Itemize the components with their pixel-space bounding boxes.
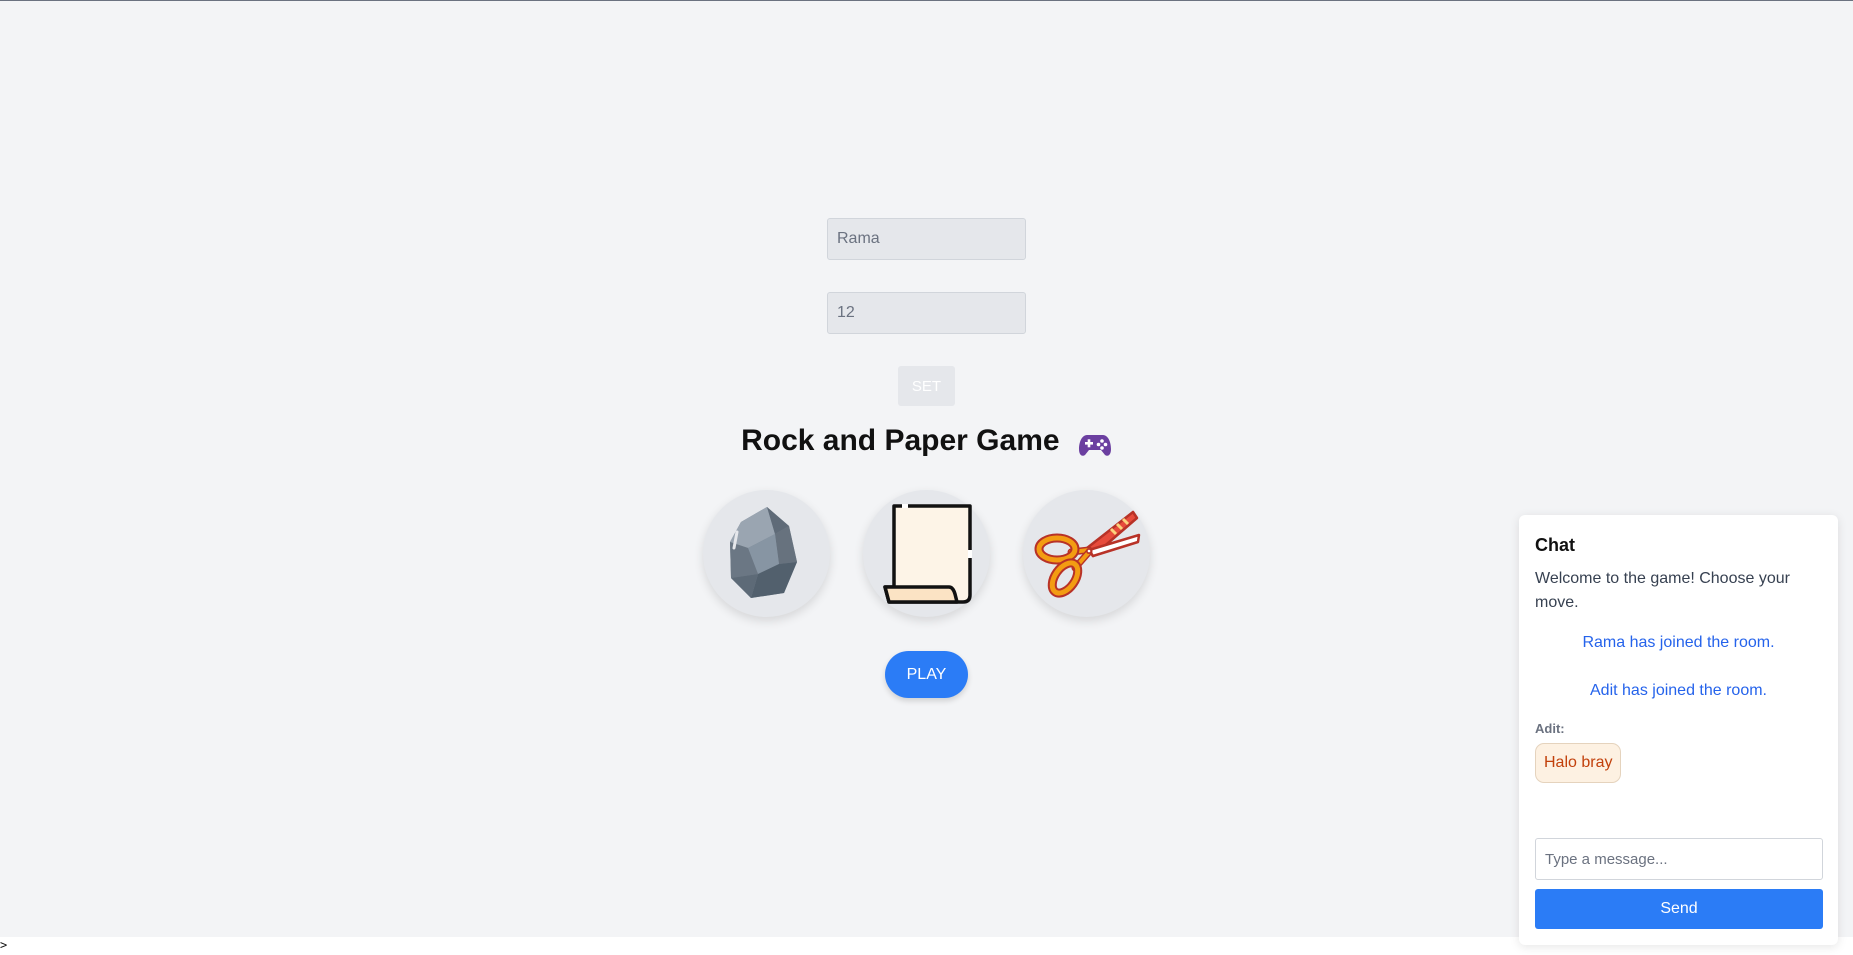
chat-system-message: Adit has joined the room. — [1590, 682, 1767, 699]
player-name-input[interactable] — [827, 218, 1026, 260]
send-button[interactable]: Send — [1535, 889, 1823, 929]
app-root: SET Rock and Paper Game — [0, 0, 1853, 945]
game-title-heading: Rock and Paper Game — [0, 421, 1853, 461]
paper-choice-button[interactable] — [863, 490, 990, 617]
paper-icon — [883, 504, 972, 604]
console-prompt: > — [0, 938, 8, 952]
chat-message-input[interactable] — [1535, 838, 1823, 880]
game-controller-icon — [1078, 429, 1112, 456]
chat-message-sender: Adit: — [1535, 721, 1565, 736]
rock-icon — [730, 507, 797, 598]
chat-message-bubble: Halo bray — [1535, 743, 1622, 783]
scissors-icon — [1034, 510, 1141, 598]
chat-panel: Chat Welcome to the game! Choose your mo… — [1519, 515, 1838, 945]
scissors-choice-button[interactable] — [1023, 490, 1150, 617]
set-button[interactable]: SET — [898, 366, 955, 406]
chat-welcome-message: Welcome to the game! Choose your move. — [1535, 570, 1790, 611]
play-button[interactable]: PLAY — [885, 651, 968, 698]
chat-system-message: Rama has joined the room. — [1582, 634, 1775, 651]
rock-choice-button[interactable] — [703, 490, 830, 617]
chat-title: Chat — [1535, 535, 1575, 555]
page-title: Rock and Paper Game — [741, 424, 1060, 457]
room-id-input[interactable] — [827, 292, 1026, 334]
